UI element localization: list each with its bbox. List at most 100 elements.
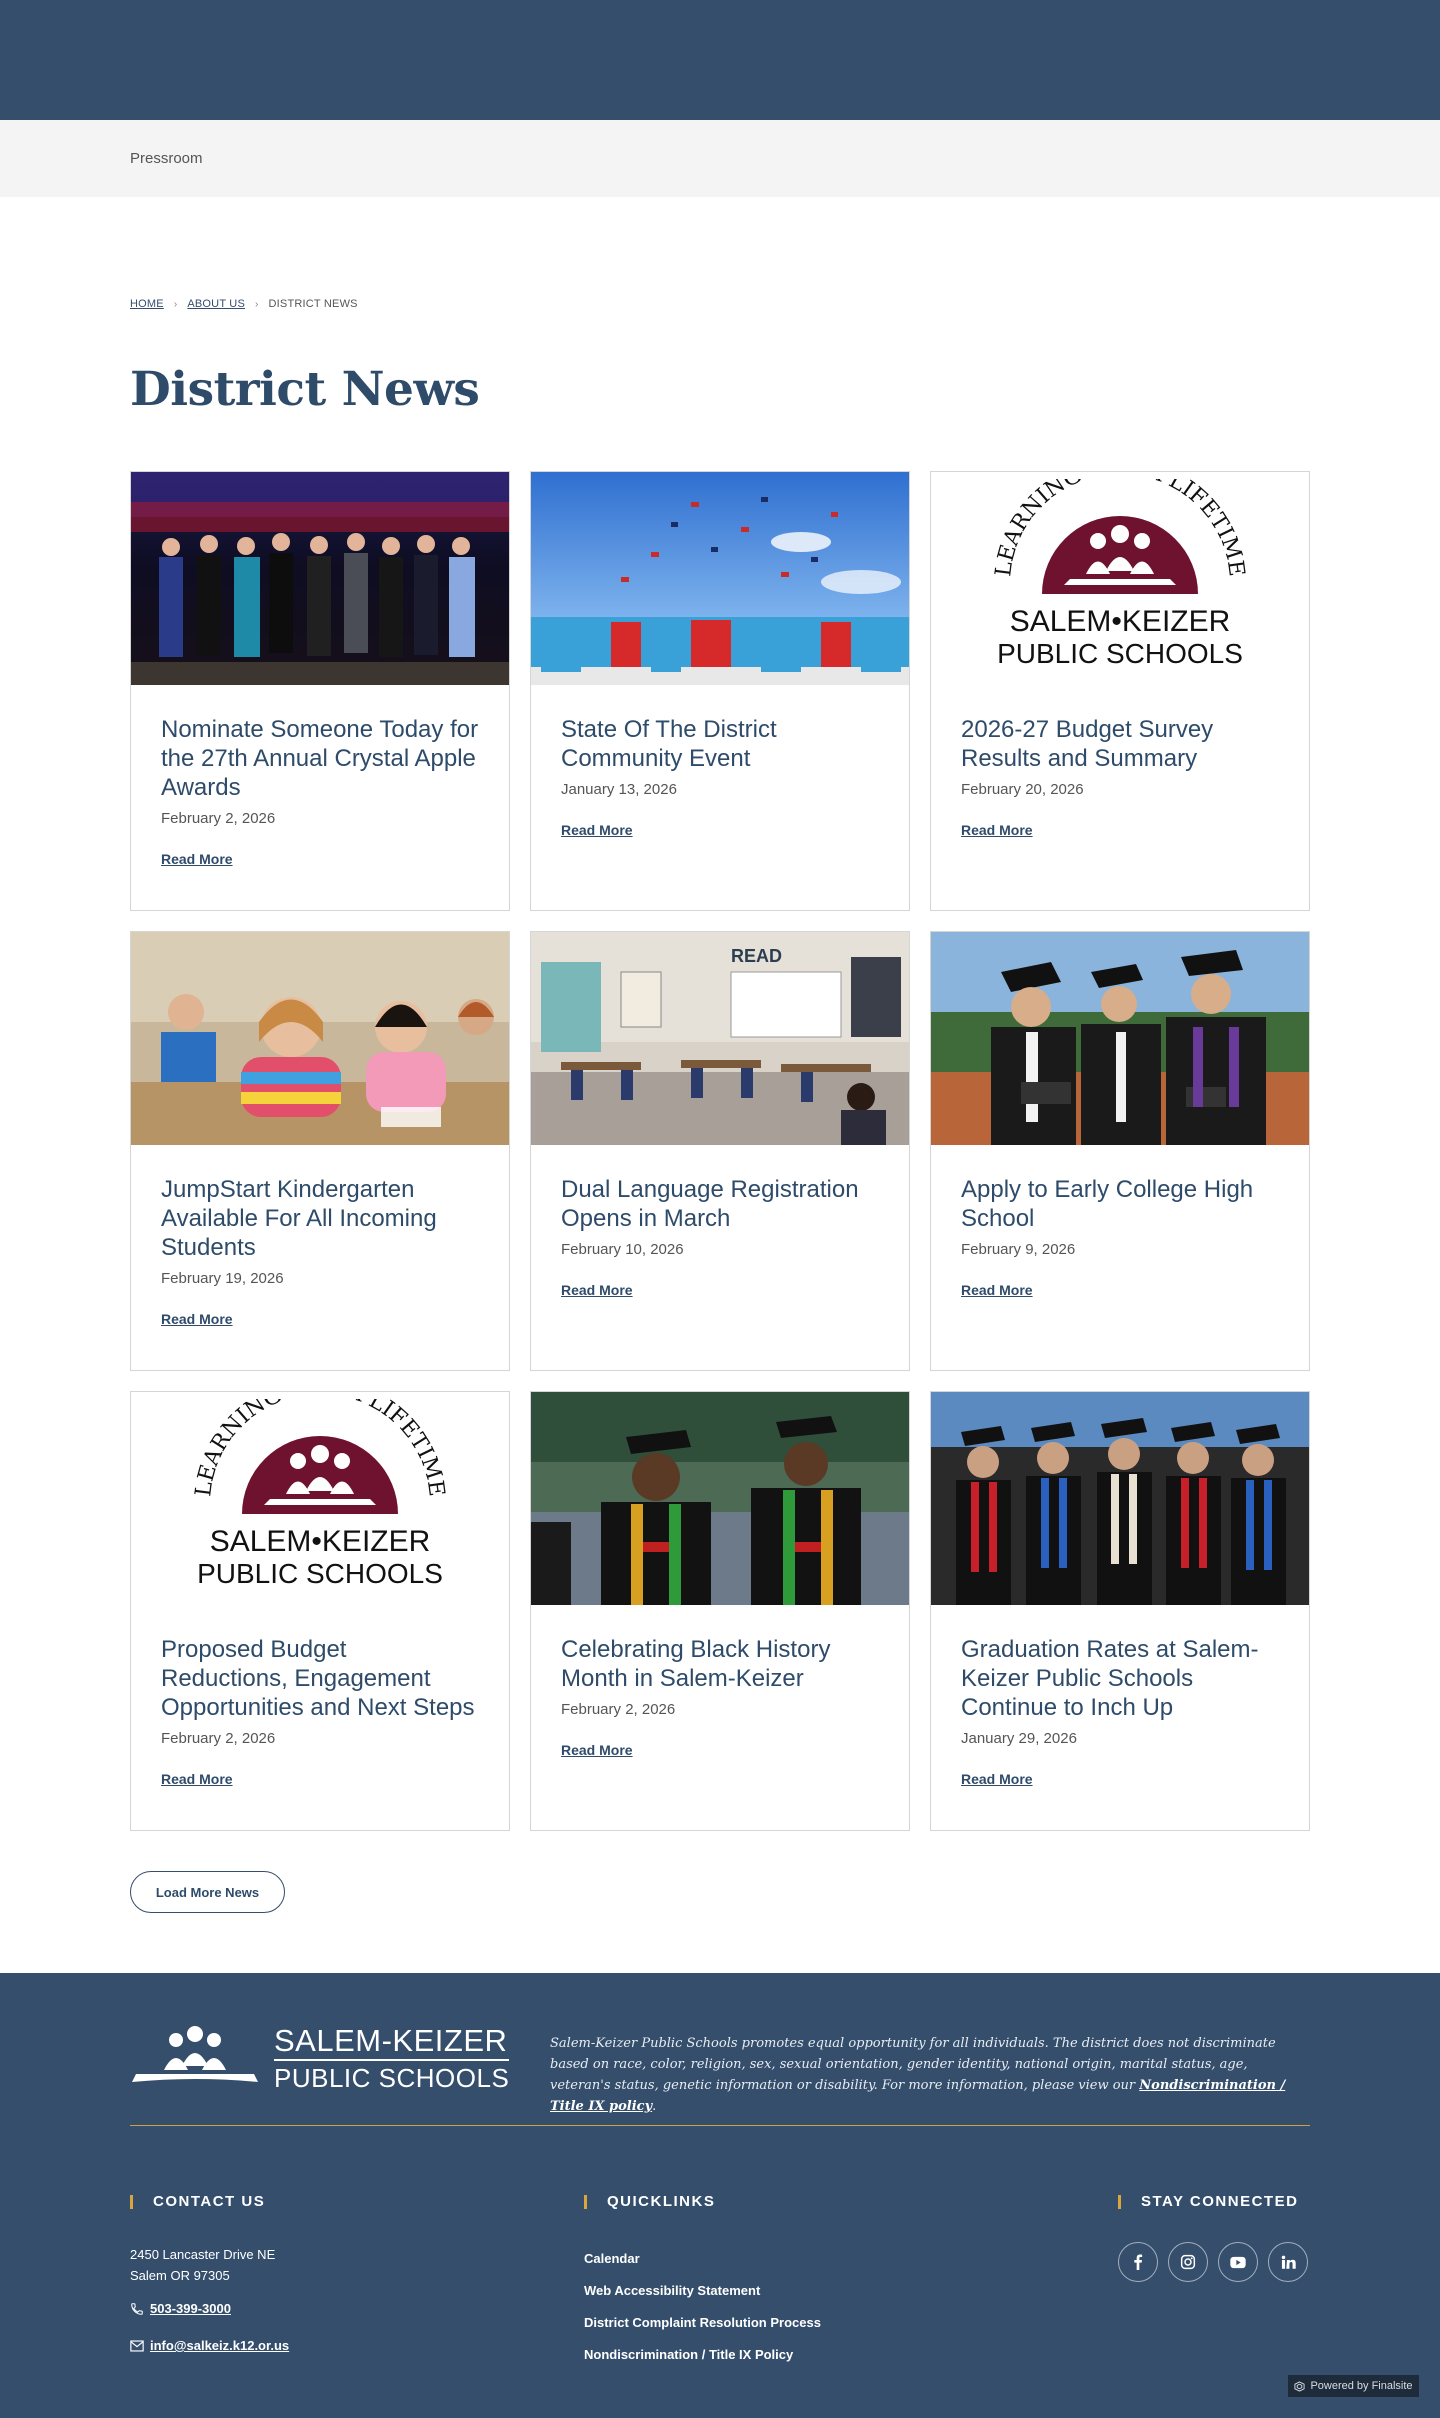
news-grid: Nominate Someone Today for the 27th Annu… <box>130 471 1310 1831</box>
news-card-title[interactable]: Dual Language Registration Opens in Marc… <box>561 1175 879 1233</box>
news-card-date: February 2, 2026 <box>161 1730 276 1747</box>
address-line2: Salem OR 97305 <box>130 2268 230 2283</box>
news-card-date: February 2, 2026 <box>561 1701 676 1718</box>
graduates-diplomas-photo[interactable] <box>931 932 1309 1145</box>
graduating-class-group-photo[interactable] <box>931 1392 1309 1605</box>
news-card-title[interactable]: Proposed Budget Reductions, Engagement O… <box>161 1635 479 1722</box>
quicklink-item: Nondiscrimination / Title IX Policy <box>584 2339 821 2371</box>
salem-keizer-logo[interactable]: LEARNING FOR A LIFETIME SALEM•KEIZER PUB… <box>931 472 1309 685</box>
news-card: LEARNING FOR A LIFETIME SALEM•KEIZER PUB… <box>130 1391 510 1831</box>
section-subnav: Pressroom <box>0 120 1440 197</box>
footer-logo-line1: SALEM-KEIZER <box>274 2025 510 2061</box>
nondiscrimination-statement: Salem-Keizer Public Schools promotes equ… <box>550 2033 1310 2117</box>
instagram-icon[interactable] <box>1168 2242 1208 2282</box>
contact-email: info@salkeiz.k12.or.us <box>130 2338 289 2353</box>
powered-by-text: Powered by Finalsite <box>1310 2380 1413 2392</box>
quicklink-item: Calendar <box>584 2243 821 2275</box>
read-more-link[interactable]: Read More <box>161 1311 233 1327</box>
news-card-date: January 13, 2026 <box>561 781 677 798</box>
site-footer: SALEM-KEIZER PUBLIC SCHOOLS Salem-Keizer… <box>0 1973 1440 2418</box>
logo-line1: SALEM•KEIZER <box>1010 605 1231 638</box>
subnav-link-pressroom[interactable]: Pressroom <box>130 150 203 167</box>
finalsite-logo-icon <box>1294 2380 1305 2392</box>
read-more-link[interactable]: Read More <box>961 1282 1033 1298</box>
email-link[interactable]: info@salkeiz.k12.or.us <box>150 2338 289 2353</box>
breadcrumb-chevron-icon: › <box>173 298 178 310</box>
news-card-title[interactable]: Celebrating Black History Month in Salem… <box>561 1635 879 1693</box>
graduation-caps-in-air-photo[interactable] <box>531 472 909 685</box>
quicklinks-list: Calendar Web Accessibility Statement Dis… <box>584 2243 821 2371</box>
quicklink-complaint-process[interactable]: District Complaint Resolution Process <box>584 2315 821 2330</box>
read-more-link[interactable]: Read More <box>561 1282 633 1298</box>
quicklink-item: Web Accessibility Statement <box>584 2275 821 2307</box>
read-more-link[interactable]: Read More <box>561 1742 633 1758</box>
news-card: Graduation Rates at Salem-Keizer Public … <box>930 1391 1310 1831</box>
load-more-news-button[interactable]: Load More News <box>130 1871 285 1913</box>
quicklink-nondiscrimination[interactable]: Nondiscrimination / Title IX Policy <box>584 2347 793 2362</box>
svg-text:READ: READ <box>731 946 782 966</box>
news-card-date: February 19, 2026 <box>161 1270 284 1287</box>
news-card: LEARNING FOR A LIFETIME SALEM•KEIZER PUB… <box>930 471 1310 911</box>
phone-icon <box>131 2302 143 2315</box>
news-card-date: January 29, 2026 <box>961 1730 1077 1747</box>
quicklink-item: District Complaint Resolution Process <box>584 2307 821 2339</box>
logo-line2: PUBLIC SCHOOLS <box>997 638 1243 669</box>
salem-keizer-logo[interactable]: LEARNING FOR A LIFETIME SALEM•KEIZER PUB… <box>131 1392 509 1605</box>
read-more-link[interactable]: Read More <box>561 822 633 838</box>
phone-link[interactable]: 503-399-3000 <box>150 2301 231 2316</box>
breadcrumb-chevron-icon: › <box>254 298 259 310</box>
contact-heading: CONTACT US <box>130 2194 265 2209</box>
logo-line1: SALEM•KEIZER <box>210 1525 431 1558</box>
footer-logo-line2: PUBLIC SCHOOLS <box>274 2063 510 2093</box>
read-more-link[interactable]: Read More <box>161 1771 233 1787</box>
news-card-date: February 20, 2026 <box>961 781 1084 798</box>
news-card-title[interactable]: 2026-27 Budget Survey Results and Summar… <box>961 715 1279 773</box>
page-title: District News <box>130 362 480 417</box>
news-card: Apply to Early College High School Febru… <box>930 931 1310 1371</box>
breadcrumb-about-link[interactable]: ABOUT US <box>187 298 245 310</box>
read-more-link[interactable]: Read More <box>961 822 1033 838</box>
powered-by-badge[interactable]: Powered by Finalsite <box>1288 2375 1419 2397</box>
contact-phone: 503-399-3000 <box>130 2301 231 2316</box>
read-more-link[interactable]: Read More <box>961 1771 1033 1787</box>
news-card: Nominate Someone Today for the 27th Annu… <box>130 471 510 911</box>
breadcrumb-current: DISTRICT NEWS <box>268 298 358 310</box>
envelope-icon <box>130 2339 144 2352</box>
crystal-apple-group-photo[interactable] <box>131 472 509 685</box>
statement-end: . <box>652 2099 657 2114</box>
youtube-icon[interactable] <box>1218 2242 1258 2282</box>
news-card-title[interactable]: JumpStart Kindergarten Available For All… <box>161 1175 479 1262</box>
stay-connected-heading: STAY CONNECTED <box>1118 2194 1298 2209</box>
social-links <box>1118 2242 1308 2282</box>
news-card: State Of The District Community Event Ja… <box>530 471 910 911</box>
breadcrumb-home-link[interactable]: HOME <box>130 298 164 310</box>
contact-address: 2450 Lancaster Drive NE Salem OR 97305 <box>130 2244 275 2286</box>
news-card-title[interactable]: Nominate Someone Today for the 27th Annu… <box>161 715 479 802</box>
address-line1: 2450 Lancaster Drive NE <box>130 2247 276 2262</box>
graduates-kente-stoles-photo[interactable] <box>531 1392 909 1605</box>
news-card-date: February 10, 2026 <box>561 1241 684 1258</box>
news-card-date: February 2, 2026 <box>161 810 276 827</box>
news-card-title[interactable]: Graduation Rates at Salem-Keizer Public … <box>961 1635 1279 1722</box>
quicklink-calendar[interactable]: Calendar <box>584 2251 640 2266</box>
news-card-date: February 9, 2026 <box>961 1241 1076 1258</box>
news-card: READ Dual Language Registration Opens in… <box>530 931 910 1371</box>
logo-line2: PUBLIC SCHOOLS <box>197 1558 443 1589</box>
facebook-icon[interactable] <box>1118 2242 1158 2282</box>
footer-divider <box>130 2125 1310 2126</box>
read-more-link[interactable]: Read More <box>161 851 233 867</box>
footer-logo-text: SALEM-KEIZER PUBLIC SCHOOLS <box>274 2025 510 2093</box>
news-card: JumpStart Kindergarten Available For All… <box>130 931 510 1371</box>
kindergarten-students-photo[interactable] <box>131 932 509 1145</box>
quicklink-accessibility[interactable]: Web Accessibility Statement <box>584 2283 760 2298</box>
quicklinks-heading: QUICKLINKS <box>584 2194 715 2209</box>
school-family-icon <box>132 2026 258 2082</box>
site-header-bar <box>0 0 1440 120</box>
footer-logo[interactable]: SALEM-KEIZER PUBLIC SCHOOLS <box>130 2025 510 2093</box>
linkedin-icon[interactable] <box>1268 2242 1308 2282</box>
breadcrumb: HOME › ABOUT US › DISTRICT NEWS <box>130 298 358 310</box>
news-card-title[interactable]: Apply to Early College High School <box>961 1175 1279 1233</box>
classroom-photo[interactable]: READ <box>531 932 909 1145</box>
news-card-title[interactable]: State Of The District Community Event <box>561 715 879 773</box>
news-card: Celebrating Black History Month in Salem… <box>530 1391 910 1831</box>
